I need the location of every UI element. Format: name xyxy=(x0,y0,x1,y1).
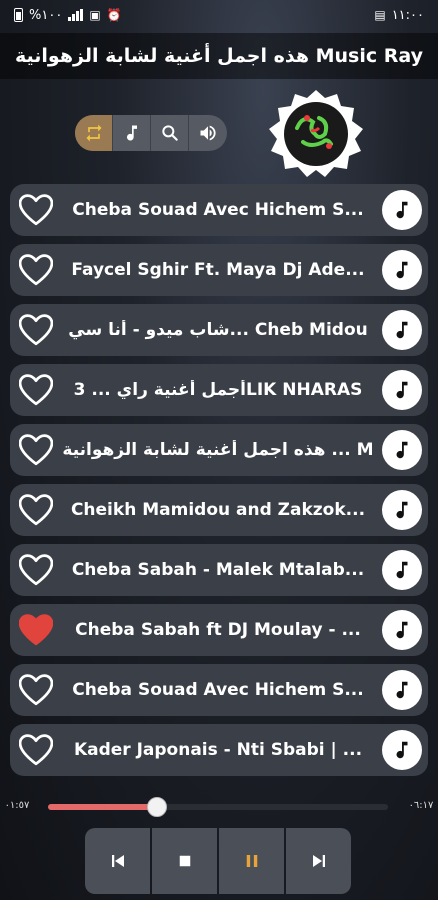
favorite-button[interactable] xyxy=(18,492,54,528)
favorite-button[interactable] xyxy=(18,672,54,708)
song-title: شاب ميدو - أنا سي... Cheb Midou xyxy=(68,320,368,340)
music-note-icon xyxy=(396,261,408,279)
play-song-button[interactable] xyxy=(382,730,422,770)
music-button[interactable] xyxy=(113,115,151,151)
music-note-icon xyxy=(396,621,408,639)
song-item[interactable]: Kader Japonais - Nti Sbabi | ... xyxy=(10,724,428,776)
heart-icon xyxy=(19,194,53,226)
play-song-button[interactable] xyxy=(382,370,422,410)
heart-icon xyxy=(19,314,53,346)
favorite-button[interactable] xyxy=(18,252,54,288)
music-note-icon xyxy=(396,741,408,759)
search-button[interactable] xyxy=(151,115,189,151)
song-title: Kader Japonais - Nti Sbabi | ... xyxy=(73,740,363,760)
alarm-icon: ⏰ xyxy=(106,8,122,22)
battery-icon xyxy=(14,8,23,22)
song-title: Cheikh Mamidou and Zakzok... xyxy=(70,500,366,520)
music-note-icon xyxy=(396,441,408,459)
app-title-bar: هذه اجمل أغنية لشابة الزهوانية Music Ray xyxy=(0,33,438,79)
favorite-button[interactable] xyxy=(18,732,54,768)
favorite-button[interactable] xyxy=(18,312,54,348)
pause-button[interactable] xyxy=(219,828,284,894)
song-title: Cheba Souad Avec Hichem S... xyxy=(72,680,364,700)
song-item[interactable]: Cheba Sabah ft DJ Moulay - ... xyxy=(10,604,428,656)
song-item[interactable]: Cheba Sabah - Malek Mtalab... xyxy=(10,544,428,596)
top-controls xyxy=(75,115,227,151)
music-note-icon xyxy=(396,321,408,339)
clock: ١١:٠٠ xyxy=(391,7,424,23)
volume-button[interactable] xyxy=(189,115,227,151)
favorite-button[interactable] xyxy=(18,552,54,588)
music-note-icon xyxy=(396,561,408,579)
song-item[interactable]: Cheba Souad Avec Hichem S... xyxy=(10,664,428,716)
notification-icon: ▤ xyxy=(374,8,386,22)
image-icon: ▣ xyxy=(89,8,101,22)
heart-icon xyxy=(19,374,53,406)
elapsed-time: ٠١:٥٧ xyxy=(4,800,30,811)
pause-icon xyxy=(246,855,257,867)
music-note-icon xyxy=(396,681,408,699)
play-song-button[interactable] xyxy=(382,310,422,350)
heart-icon xyxy=(19,254,53,286)
volume-icon xyxy=(200,125,216,141)
song-title: أجمل أغنية راي ... 3LIK NHARAS xyxy=(73,380,363,400)
heart-icon xyxy=(19,434,53,466)
music-note-icon xyxy=(396,501,408,519)
heart-icon xyxy=(19,554,53,586)
seek-bar: ٠١:٥٧ ٠٦:١٧ xyxy=(0,792,438,822)
skip-previous-icon xyxy=(111,855,124,867)
song-item[interactable]: شاب ميدو - أنا سي... Cheb Midou xyxy=(10,304,428,356)
play-song-button[interactable] xyxy=(382,190,422,230)
progress-fill xyxy=(48,804,157,810)
next-button[interactable] xyxy=(286,828,351,894)
total-time: ٠٦:١٧ xyxy=(408,800,434,811)
skip-next-icon xyxy=(312,855,325,867)
heart-icon xyxy=(19,614,53,646)
music-note-icon xyxy=(396,381,408,399)
favorite-button[interactable] xyxy=(18,432,54,468)
song-title: Cheba Sabah - Malek Mtalab... xyxy=(71,560,365,580)
song-title: Faycel Sghir Ft. Maya Dj Ade... xyxy=(71,260,365,280)
play-song-button[interactable] xyxy=(382,250,422,290)
heart-icon xyxy=(19,674,53,706)
song-item[interactable]: هذه اجمل أغنية لشابة الزهوانية ... M xyxy=(10,424,428,476)
song-item[interactable]: Cheikh Mamidou and Zakzok... xyxy=(10,484,428,536)
play-song-button[interactable] xyxy=(382,430,422,470)
music-note-icon xyxy=(126,125,137,141)
progress-track[interactable] xyxy=(48,797,388,817)
stop-button[interactable] xyxy=(152,828,217,894)
progress-thumb[interactable] xyxy=(146,797,167,817)
music-note-icon xyxy=(396,201,408,219)
heart-icon xyxy=(19,734,53,766)
artist-logo-icon xyxy=(269,90,363,177)
repeat-button[interactable] xyxy=(75,115,113,151)
repeat-icon xyxy=(86,124,101,142)
play-song-button[interactable] xyxy=(382,610,422,650)
song-item[interactable]: أجمل أغنية راي ... 3LIK NHARAS xyxy=(10,364,428,416)
battery-level: %١٠٠ xyxy=(29,7,63,23)
play-song-button[interactable] xyxy=(382,550,422,590)
play-song-button[interactable] xyxy=(382,490,422,530)
favorite-button[interactable] xyxy=(18,192,54,228)
app-title: هذه اجمل أغنية لشابة الزهوانية Music Ray xyxy=(15,45,423,67)
status-bar: %١٠٠ ▣ ⏰ ▤ ١١:٠٠ xyxy=(0,0,438,30)
favorite-button[interactable] xyxy=(18,612,54,648)
signal-icon xyxy=(68,9,84,21)
song-title: Cheba Sabah ft DJ Moulay - ... xyxy=(75,620,361,640)
previous-button[interactable] xyxy=(85,828,150,894)
stop-icon xyxy=(179,855,190,867)
song-title: Cheba Souad Avec Hichem S... xyxy=(72,200,364,220)
song-title: هذه اجمل أغنية لشابة الزهوانية ... M xyxy=(62,440,374,460)
status-right: ▤ ١١:٠٠ xyxy=(374,8,424,23)
song-item[interactable]: Faycel Sghir Ft. Maya Dj Ade... xyxy=(10,244,428,296)
status-left: %١٠٠ ▣ ⏰ xyxy=(14,8,122,23)
heart-icon xyxy=(19,494,53,526)
search-icon xyxy=(161,125,178,141)
favorite-button[interactable] xyxy=(18,372,54,408)
player-controls xyxy=(85,828,351,894)
song-list: Cheba Souad Avec Hichem S... Faycel Sghir… xyxy=(10,184,428,784)
song-item[interactable]: Cheba Souad Avec Hichem S... xyxy=(10,184,428,236)
play-song-button[interactable] xyxy=(382,670,422,710)
